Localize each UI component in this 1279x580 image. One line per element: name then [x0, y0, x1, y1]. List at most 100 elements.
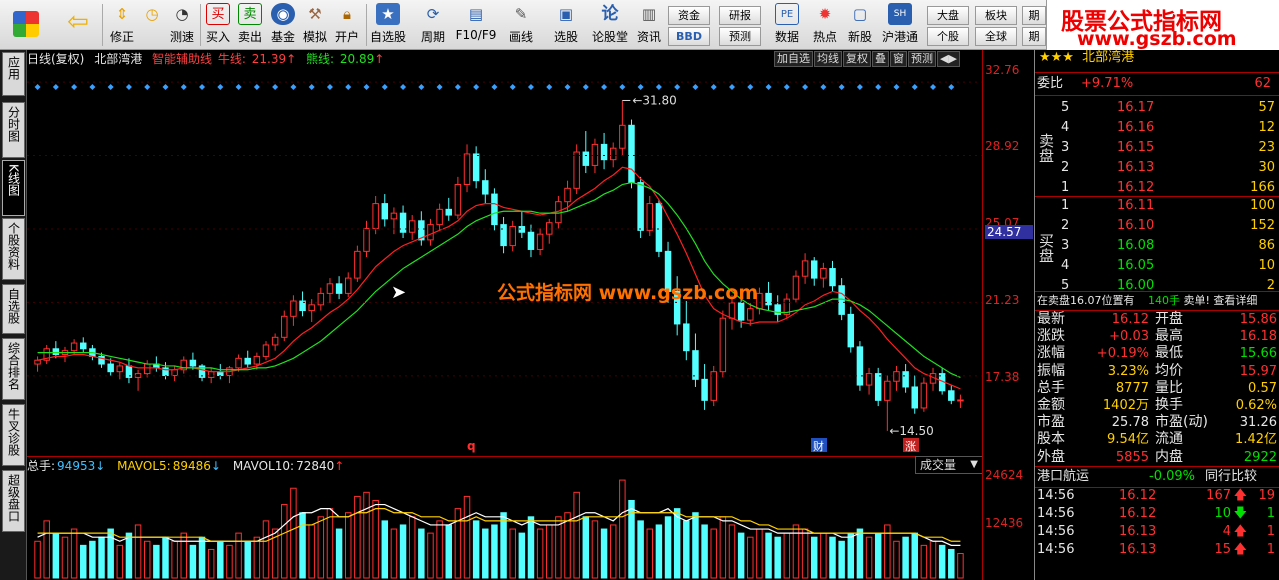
candle-body	[189, 359, 197, 367]
toolbar-btn-0[interactable]: ⇕ 修正	[106, 3, 138, 47]
zijin-button[interactable]: 资金	[668, 6, 710, 25]
toolbar-btn-select[interactable]: ▣ 选股	[548, 3, 584, 47]
yanbao-button[interactable]: 研报	[719, 6, 761, 25]
tab-ranking[interactable]: 综合排名	[2, 338, 25, 400]
stat-value-2: 0.62%	[1235, 398, 1277, 413]
volume-bar	[80, 544, 87, 579]
sell-order-row[interactable]: 3 16.15 23	[1061, 138, 1275, 158]
candle-body	[591, 143, 599, 166]
qihuo-button[interactable]: 期	[1022, 6, 1046, 25]
candle-body	[52, 348, 60, 355]
buy-order-row[interactable]: 2 16.10 152	[1061, 216, 1275, 236]
candle-body	[573, 151, 580, 189]
bankuai-dropdown[interactable]: 板块	[975, 6, 1017, 25]
toolbar-btn-hot[interactable]: ✹ 热点	[808, 3, 842, 47]
sector-name[interactable]: 港口航运	[1037, 469, 1089, 484]
kline-chart-pane[interactable]: 日线(复权) 北部湾港 智能辅助线 牛线: 21.39↑ 熊线: 20.89↑ …	[27, 50, 983, 580]
toolbar-btn-fund[interactable]: ◉ 基金	[268, 3, 298, 47]
toolbar-btn-ipo[interactable]: ▢ 新股	[843, 3, 877, 47]
toolbar-btn-watchlist[interactable]: ★ 自选股	[368, 3, 408, 47]
stat-label-2: 量比	[1155, 379, 1183, 396]
event-marker-icon	[381, 84, 388, 90]
sell-order-row[interactable]: 1 16.12 166	[1061, 178, 1275, 198]
volume-bar	[829, 536, 836, 579]
app-logo-button[interactable]	[6, 3, 46, 47]
toolbar-btn-f10[interactable]: ▤ F10/F9	[455, 3, 497, 47]
toolbar-btn-news[interactable]: ▥ 资讯	[634, 3, 664, 47]
candle-body	[80, 342, 87, 350]
volume-bar	[43, 520, 50, 579]
tab-diagnosis[interactable]: 牛叉诊股	[2, 404, 25, 466]
bbd-button[interactable]: BBD	[668, 27, 710, 46]
stat-label-2: 均价	[1155, 362, 1183, 379]
toolbar-btn-account[interactable]: 🔒︎ 开户	[332, 3, 362, 47]
stat-label-2: 换手	[1155, 397, 1183, 413]
sell-order-row[interactable]: 5 16.17 57	[1061, 98, 1275, 118]
tab-super-level2[interactable]: 超级盘口	[2, 470, 25, 532]
stat-label: 金额	[1037, 397, 1065, 413]
candle-body	[865, 373, 873, 386]
buy-order-row[interactable]: 3 16.08 86	[1061, 236, 1275, 256]
event-marker-icon	[893, 84, 900, 90]
quanqiu-dropdown[interactable]: 全球	[975, 27, 1017, 46]
volume-bar	[500, 512, 507, 579]
toolbar-btn-data[interactable]: PE 数据	[768, 3, 806, 47]
sell-order-row[interactable]: 4 16.16 12	[1061, 118, 1275, 138]
stat-value-2: 31.26	[1239, 415, 1277, 431]
weibi-value: +9.71%	[1081, 76, 1134, 91]
tab-watchlist[interactable]: 自选股	[2, 284, 25, 334]
candle-body	[244, 357, 251, 365]
sector-compare-button[interactable]: 同行比较	[1205, 467, 1257, 487]
lock-icon: 🔒︎	[343, 5, 351, 23]
toolbar-btn-buy[interactable]: 买 买入	[203, 3, 233, 47]
volume-bar	[948, 548, 955, 579]
toolbar-btn-forum[interactable]: 论 论股堂	[590, 3, 630, 47]
axis-tick: 28.92	[985, 139, 1020, 153]
candle-body	[600, 143, 608, 161]
gegu-button[interactable]: 个股	[927, 27, 969, 46]
dapan-dropdown[interactable]: 大盘	[927, 6, 969, 25]
toolbar-btn-sim[interactable]: ⚒ 模拟	[300, 3, 330, 47]
kline-svg[interactable]: ←31.80 ←14.50 q 财 涨	[27, 50, 982, 580]
toolbar-btn-speed[interactable]: ◔ 测速	[166, 3, 198, 47]
toolbar-label: 买入	[205, 30, 230, 44]
volume-bar	[609, 524, 617, 579]
sell-order-row[interactable]: 2 16.13 30	[1061, 158, 1275, 178]
tab-apps[interactable]: 应用	[2, 52, 25, 96]
toolbar-btn-sell[interactable]: 卖 卖出	[235, 3, 265, 47]
volume-bar	[536, 528, 544, 579]
toolbar-label: 数据	[774, 30, 799, 44]
toolbar-label: 修正	[109, 30, 134, 44]
star-icon[interactable]: ★★★	[1039, 50, 1074, 65]
qihuo-button-2[interactable]: 期	[1022, 27, 1046, 46]
tick-row: 14:56 16.12 167 🡅 19	[1037, 487, 1277, 505]
buy-order-row[interactable]: 1 16.11 100	[1061, 196, 1275, 216]
toolbar-label: 模拟	[302, 30, 327, 44]
order-volume: 30	[1258, 160, 1275, 175]
yuce-button[interactable]: 预测	[719, 27, 761, 46]
buy-icon: 买	[206, 3, 230, 25]
big-order-notice: 在卖盘16.07位置有 140手 卖单! 查看详细	[1037, 291, 1279, 311]
volume-bar	[143, 540, 151, 579]
order-price: 16.17	[1117, 100, 1155, 115]
toolbar-btn-period[interactable]: ⟳ 周期	[413, 3, 453, 47]
event-marker-icon	[875, 84, 882, 90]
toolbar-btn-hk[interactable]: SH 沪港通	[878, 3, 922, 47]
toolbar-btn-draw[interactable]: ✎ 画线	[503, 3, 539, 47]
down-arrow-icon: 🡇	[1233, 506, 1247, 521]
volume-bar	[902, 536, 909, 579]
tab-stock-profile[interactable]: 个股资料	[2, 218, 25, 280]
axis-tick: 17.38	[985, 370, 1020, 384]
tab-intraday[interactable]: 分时图	[2, 102, 25, 158]
tab-kline[interactable]: K线图	[2, 160, 25, 216]
event-marker-icon	[326, 84, 333, 90]
volume-indicator-dropdown[interactable]: 成交量 ▼	[915, 456, 983, 474]
event-marker-icon	[253, 84, 260, 90]
toolbar-btn-1[interactable]: ◷	[138, 3, 166, 47]
buy-order-row[interactable]: 4 16.05 10	[1061, 256, 1275, 276]
volume-bar	[418, 528, 425, 579]
back-button[interactable]: ⇦	[58, 3, 98, 47]
candle-body	[235, 357, 242, 369]
notice-detail-link[interactable]: 查看详细	[1213, 294, 1257, 307]
candle-body	[801, 260, 809, 277]
